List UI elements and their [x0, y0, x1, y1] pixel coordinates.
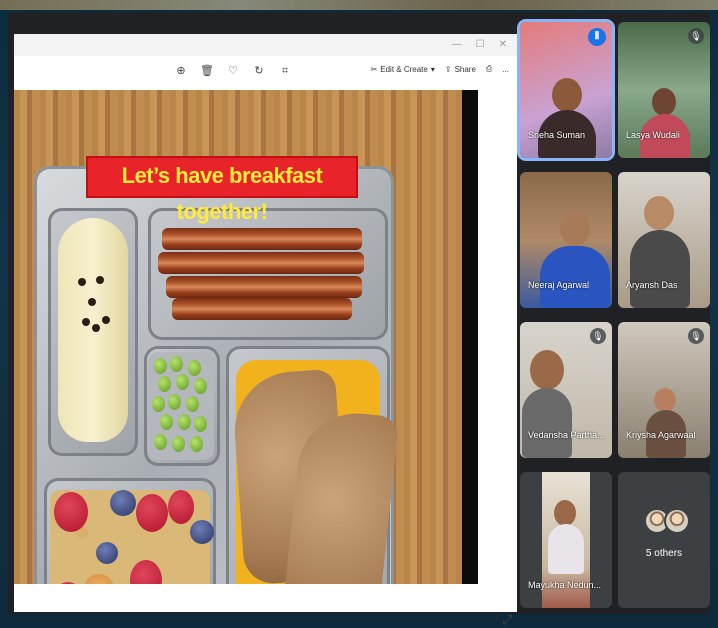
bacon-strip	[166, 276, 362, 298]
participant-tile[interactable]: Neeraj Agarwal	[520, 172, 612, 308]
edit-create-button[interactable]: ✂ Edit & Create ▾	[371, 65, 435, 74]
zoom-in-icon[interactable]: ⊕	[174, 64, 188, 78]
bacon-strip	[162, 228, 362, 250]
more-options-button[interactable]: ...	[502, 65, 509, 74]
others-count-label: 5 others	[645, 548, 683, 559]
speaking-indicator-icon: ⦀	[588, 28, 606, 46]
share-label: Share	[454, 64, 476, 74]
edamame-bowl	[148, 352, 214, 460]
participant-name: Vedansha Partha...	[528, 430, 605, 440]
participant-name: Aryansh Das	[626, 280, 678, 290]
frame-decoration	[0, 0, 718, 10]
expand-icon[interactable]: ⤢	[502, 612, 512, 628]
mic-off-icon: 🎙︎	[688, 328, 704, 344]
print-icon[interactable]: ⎙	[486, 64, 492, 74]
slide-banner: Let’s have breakfast together!	[86, 156, 358, 224]
bacon-strip	[172, 298, 352, 320]
bacon-strip	[158, 252, 364, 274]
others-tile[interactable]: 5 others	[618, 472, 710, 608]
mic-off-icon: 🎙︎	[590, 328, 606, 344]
share-icon: ⇪	[444, 64, 452, 74]
participant-tile[interactable]: 🎙︎ Lasya Wudali	[618, 22, 710, 158]
presentation-window: — ☐ ✕ ⊕ 🗑 ♡ ↻ ⌗ ✂ Edit & Create ▾ ⇪ Shar…	[14, 34, 517, 627]
close-icon[interactable]: ✕	[499, 39, 507, 50]
viewer-toolbar: ⊕ 🗑 ♡ ↻ ⌗ ✂ Edit & Create ▾ ⇪ Share ⎙ ..…	[14, 56, 517, 88]
delete-icon[interactable]: 🗑	[200, 64, 214, 78]
breakfast-photo: Let’s have breakfast together!	[14, 90, 462, 584]
participant-name: Kriysha Agarwaal	[626, 430, 696, 440]
maximize-icon[interactable]: ☐	[476, 39, 485, 50]
heart-icon[interactable]: ♡	[226, 64, 240, 78]
avatar	[664, 508, 690, 534]
window-controls: — ☐ ✕	[452, 39, 507, 50]
participant-name: Neeraj Agarwal	[528, 280, 590, 290]
mic-off-icon: 🎙︎	[688, 28, 704, 44]
participant-name: Lasya Wudali	[626, 130, 680, 140]
crop-icon[interactable]: ⌗	[278, 64, 292, 78]
participant-tile[interactable]: Mayukha Nedun...	[520, 472, 612, 608]
banana-smiley	[58, 218, 128, 442]
participant-tile[interactable]: 🎙︎ Kriysha Agarwaal	[618, 322, 710, 458]
edit-create-label: Edit & Create	[380, 64, 428, 74]
window-titlebar: — ☐ ✕	[14, 34, 517, 56]
participant-name: Mayukha Nedun...	[528, 580, 602, 590]
participant-tile[interactable]: ⦀ Sneha Suman	[520, 22, 612, 158]
others-avatars	[644, 508, 690, 534]
participant-tile[interactable]: 🎙︎ Vedansha Partha...	[520, 322, 612, 458]
rotate-icon[interactable]: ↻	[252, 64, 266, 78]
edit-icon: ✂	[370, 64, 378, 74]
participant-name: Sneha Suman	[528, 130, 586, 140]
photo-letterbox	[462, 90, 478, 584]
minimize-icon[interactable]: —	[452, 39, 462, 50]
meeting-stage: — ☐ ✕ ⊕ 🗑 ♡ ↻ ⌗ ✂ Edit & Create ▾ ⇪ Shar…	[8, 12, 710, 627]
chevron-down-icon: ▾	[430, 64, 435, 74]
participant-tile[interactable]: Aryansh Das	[618, 172, 710, 308]
share-button[interactable]: ⇪ Share	[445, 65, 476, 74]
